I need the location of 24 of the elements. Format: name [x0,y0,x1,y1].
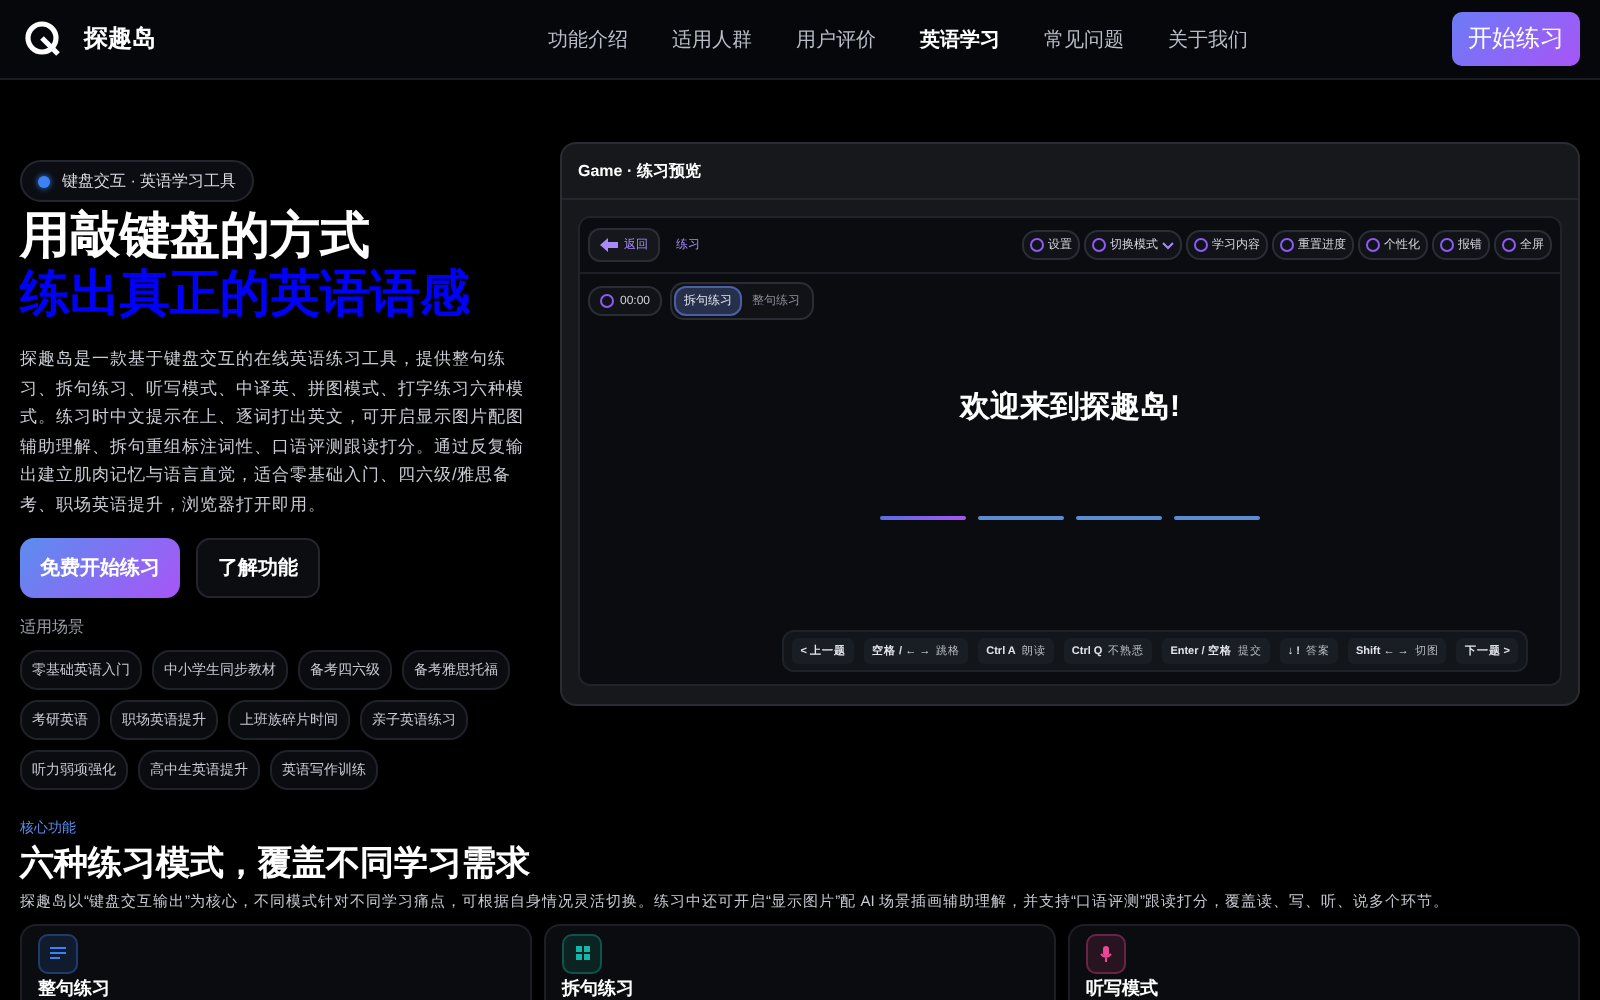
card-title: 拆句练习 [562,977,636,1000]
learn-features-button[interactable]: 了解功能 [196,537,320,598]
brand-name: 探趣岛 [84,22,156,56]
start-practice-button[interactable]: 开始练习 [1452,12,1580,66]
tagline-pill: 键盘交互 · 英语学习工具 [20,160,255,202]
nav-link[interactable]: 英语学习 [920,25,1000,53]
nav-link[interactable]: 用户评价 [796,25,876,53]
logo-icon [24,19,64,59]
nav-link[interactable]: 关于我们 [1168,25,1248,53]
card-title: 整句练习 [38,977,112,1000]
preview-title: Game · 练习预览 [562,144,1578,200]
card-title: 听写模式 [1086,977,1160,1000]
free-start-button[interactable]: 免费开始练习 [20,537,180,598]
caret-icon [1162,241,1174,249]
hero-title: 用敲键盘的方式 [20,208,372,266]
scenes-label: 适用场景 [20,615,86,638]
hero-description: 探趣岛是一款基于键盘交互的在线英语练习工具，提供整句练习、拆句练习、听写模式、中译英、拼图模式、打字练习六种模式。练习时中文提示在上、逐词打出英文，可开启显示图片配图辅助理解、拆句重组标注词性、口语评测跟读打分。通过反复输出建立肌肉记忆与语言直觉，适合零基础入门、四六级/雅思备考、职场英语提升，浏览器打开即用。 [20,346,526,518]
back-arrow-icon [600,238,618,252]
hero-subtitle: 练出真正的英语语感 [20,266,472,324]
nav-link[interactable]: 功能介绍 [548,25,628,53]
welcome-text: 欢迎来到探趣岛! [960,388,1180,426]
section-title: 六种练习模式，覆盖不同学习需求 [20,843,532,884]
nav-link[interactable]: 适用人群 [672,25,752,53]
nav-link[interactable]: 常见问题 [1044,25,1124,53]
